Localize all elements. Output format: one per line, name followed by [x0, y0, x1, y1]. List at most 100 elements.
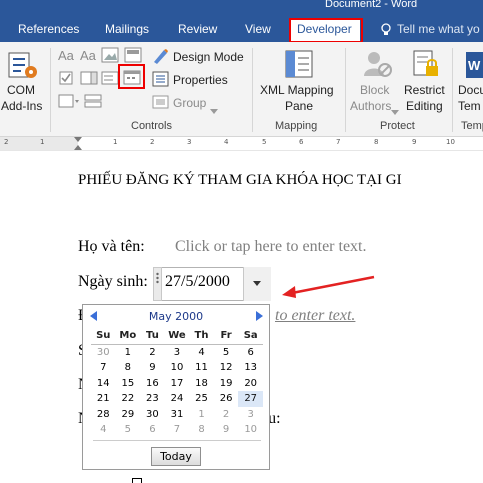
calendar-day[interactable]: 18	[189, 376, 214, 392]
calendar-day[interactable]: 7	[165, 422, 190, 438]
calendar-day[interactable]: 4	[91, 422, 116, 438]
group-icon[interactable]	[152, 94, 170, 114]
com-addins-label[interactable]: COM	[7, 83, 35, 97]
today-button[interactable]: Today	[151, 447, 201, 466]
design-mode-button[interactable]: Design Mode	[173, 50, 244, 64]
calendar-day[interactable]: 9	[214, 422, 239, 438]
weekday-header: Sa	[238, 328, 263, 345]
calendar-day[interactable]: 28	[91, 407, 116, 423]
calendar-day[interactable]: 6	[140, 422, 165, 438]
dropdown-list-control-icon[interactable]	[101, 70, 119, 90]
ruler-tick: 2	[150, 138, 155, 146]
xml-mapping-pane-icon[interactable]	[284, 49, 314, 83]
calendar-day[interactable]: 23	[140, 391, 165, 407]
next-month-button[interactable]	[254, 310, 264, 322]
weekday-header: Fr	[213, 328, 239, 345]
combo-box-control-icon[interactable]	[80, 70, 98, 90]
properties-icon[interactable]	[152, 71, 170, 91]
checkbox-control-icon[interactable]	[58, 70, 76, 90]
calendar-day[interactable]: 1	[189, 407, 214, 423]
tab-mailings[interactable]: Mailings	[105, 22, 149, 36]
partial-content-control[interactable]: to enter text.	[275, 307, 355, 325]
protect-group-label: Protect	[380, 120, 415, 132]
calendar-day[interactable]: 24	[165, 391, 190, 407]
calendar-day[interactable]: 6	[238, 344, 263, 360]
weekday-header: Tu	[140, 328, 165, 345]
calendar-day[interactable]: 12	[214, 360, 239, 376]
calendar-day[interactable]: 3	[165, 344, 190, 360]
calendar-day-selected[interactable]: 27	[238, 391, 263, 407]
com-addins-label-2[interactable]: Add-Ins	[1, 99, 42, 113]
calendar-day[interactable]: 13	[238, 360, 263, 376]
document-template-button[interactable]: Docu	[458, 83, 483, 97]
date-picker-dropdown-button[interactable]	[243, 267, 271, 301]
design-mode-icon[interactable]	[152, 48, 170, 68]
tab-view[interactable]: View	[245, 22, 271, 36]
calendar-day[interactable]: 20	[238, 376, 263, 392]
calendar-day[interactable]: 30	[91, 344, 116, 360]
calendar-day[interactable]: 10	[165, 360, 190, 376]
calendar-day[interactable]: 4	[189, 344, 214, 360]
calendar-day[interactable]: 19	[214, 376, 239, 392]
horizontal-ruler[interactable]: 2 1 1 2 3 4 5 6 7 8 9 10	[0, 137, 483, 151]
block-authors-icon[interactable]	[361, 48, 393, 84]
calendar-day[interactable]: 2	[140, 344, 165, 360]
calendar-day[interactable]: 10	[238, 422, 263, 438]
calendar-day[interactable]: 8	[116, 360, 141, 376]
xml-mapping-pane-button[interactable]: XML Mapping	[260, 83, 334, 97]
name-content-control[interactable]: Click or tap here to enter text.	[175, 238, 366, 256]
xml-mapping-pane-button-2[interactable]: Pane	[285, 99, 313, 113]
calendar-day[interactable]: 5	[116, 422, 141, 438]
ruler-tick: 1	[113, 138, 118, 146]
calendar-day[interactable]: 25	[189, 391, 214, 407]
calendar-day[interactable]: 22	[116, 391, 141, 407]
calendar-day[interactable]: 3	[238, 407, 263, 423]
restrict-editing-button[interactable]: Restrict	[404, 83, 445, 97]
calendar-day[interactable]: 11	[189, 360, 214, 376]
block-authors-button-2[interactable]: Authors	[350, 99, 391, 113]
dob-value[interactable]: 27/5/2000	[165, 273, 230, 291]
weekday-header: Su	[91, 328, 116, 345]
repeating-section-icon[interactable]	[84, 93, 102, 113]
calendar-day[interactable]: 15	[116, 376, 141, 392]
content-control-handle[interactable]	[153, 267, 162, 301]
calendar-day[interactable]: 8	[189, 422, 214, 438]
calendar-day[interactable]: 26	[214, 391, 239, 407]
group-button[interactable]: Group	[173, 96, 206, 110]
calendar-day[interactable]: 1	[116, 344, 141, 360]
calendar-day[interactable]: 5	[214, 344, 239, 360]
calendar-day[interactable]: 2	[214, 407, 239, 423]
calendar-day[interactable]: 21	[91, 391, 116, 407]
document-heading: PHIẾU ĐĂNG KÝ THAM GIA KHÓA HỌC TẠI GI	[78, 172, 402, 188]
svg-text:W: W	[468, 58, 481, 73]
restrict-editing-icon[interactable]	[411, 48, 441, 84]
picture-control-icon[interactable]	[101, 47, 119, 67]
ruler-tick: 8	[374, 138, 379, 146]
dob-label: Ngày sinh:	[78, 273, 148, 290]
document-template-icon[interactable]: W	[466, 50, 483, 84]
block-authors-button[interactable]: Block	[360, 83, 389, 97]
rich-text-control-icon[interactable]: Aa	[58, 47, 76, 67]
restrict-editing-button-2[interactable]: Editing	[406, 99, 443, 113]
com-addins-icon[interactable]	[6, 50, 38, 86]
calendar-day[interactable]: 31	[165, 407, 190, 423]
ruler-tick: 2	[4, 138, 9, 146]
calendar-day[interactable]: 17	[165, 376, 190, 392]
ruler-tick: 1	[40, 138, 45, 146]
tab-review[interactable]: Review	[178, 22, 217, 36]
document-template-button-2[interactable]: Tem	[458, 99, 481, 113]
properties-button[interactable]: Properties	[173, 73, 228, 87]
calendar-day[interactable]: 16	[140, 376, 165, 392]
calendar-day[interactable]: 30	[140, 407, 165, 423]
tab-references[interactable]: References	[18, 22, 79, 36]
ruler-ticks	[0, 137, 82, 150]
calendar-day[interactable]: 14	[91, 376, 116, 392]
calendar-month-title: May 2000	[148, 310, 204, 323]
legacy-tools-icon[interactable]	[58, 93, 80, 113]
tell-me-search[interactable]: Tell me what yo	[397, 22, 480, 36]
calendar-day[interactable]: 7	[91, 360, 116, 376]
calendar-day[interactable]: 9	[140, 360, 165, 376]
calendar-day[interactable]: 29	[116, 407, 141, 423]
plain-text-control-icon[interactable]: Aa	[80, 47, 98, 67]
checkbox-partial[interactable]	[132, 478, 142, 483]
